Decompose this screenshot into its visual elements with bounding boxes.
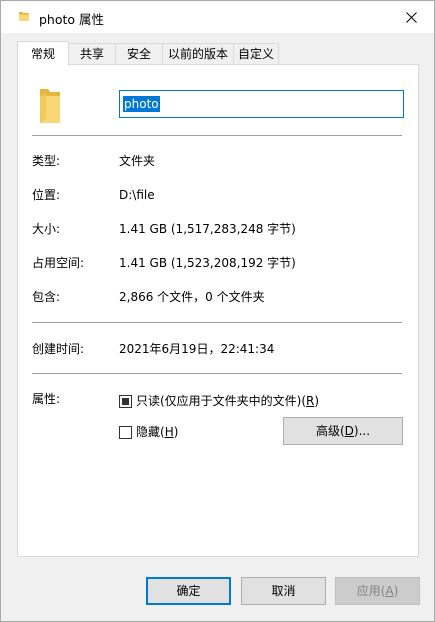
created-label: 创建时间:: [32, 342, 85, 356]
close-button[interactable]: [388, 1, 434, 33]
general-panel: photo 类型: 文件夹 位置: D:\file 大小: 1.41 GB (1…: [17, 64, 419, 557]
size-on-disk-value: 1.41 GB (1,523,208,192 字节): [119, 256, 296, 270]
tab-general[interactable]: 常规: [17, 41, 69, 66]
folder-name-input[interactable]: photo: [119, 90, 404, 118]
separator: [32, 373, 402, 374]
separator: [32, 322, 402, 323]
hidden-checkbox-row[interactable]: 隐藏(H): [119, 424, 178, 440]
separator: [32, 135, 402, 136]
size-on-disk-label: 占用空间:: [32, 256, 85, 270]
contains-value: 2,866 个文件，0 个文件夹: [119, 290, 265, 304]
location-value: D:\file: [119, 188, 155, 202]
type-value: 文件夹: [119, 154, 156, 168]
close-icon: [405, 11, 417, 23]
hidden-checkbox[interactable]: [119, 425, 132, 439]
apply-button[interactable]: 应用(A): [335, 577, 420, 605]
tab-sharing[interactable]: 共享: [68, 43, 116, 64]
advanced-button[interactable]: 高级(D)...: [283, 417, 403, 445]
readonly-label: 只读(仅应用于文件夹中的文件)(R): [136, 394, 320, 408]
cancel-button[interactable]: 取消: [241, 577, 326, 605]
type-label: 类型:: [32, 154, 61, 168]
ok-button[interactable]: 确定: [146, 577, 231, 605]
hidden-label: 隐藏(H): [136, 425, 179, 439]
readonly-checkbox-row[interactable]: 只读(仅应用于文件夹中的文件)(R): [119, 393, 319, 409]
readonly-checkbox[interactable]: [119, 394, 132, 408]
size-value: 1.41 GB (1,517,283,248 字节): [119, 222, 296, 236]
folder-icon: [40, 89, 60, 123]
created-value: 2021年6月19日，22:41:34: [119, 342, 275, 356]
folder-name-value: photo: [123, 96, 160, 112]
tab-previous-versions[interactable]: 以前的版本: [162, 43, 234, 64]
tab-customize[interactable]: 自定义: [233, 43, 279, 64]
size-label: 大小:: [32, 222, 61, 236]
window-title: photo 属性: [39, 12, 105, 27]
tab-security[interactable]: 安全: [115, 43, 163, 64]
location-label: 位置:: [32, 188, 61, 202]
attributes-label: 属性:: [32, 392, 61, 406]
title-bar: photo 属性: [1, 1, 434, 33]
contains-label: 包含:: [32, 290, 61, 304]
folder-icon: [19, 12, 29, 21]
properties-dialog: photo 属性 常规 共享 安全 以前的版本 自定义 photo 类型: 文件…: [0, 0, 435, 622]
